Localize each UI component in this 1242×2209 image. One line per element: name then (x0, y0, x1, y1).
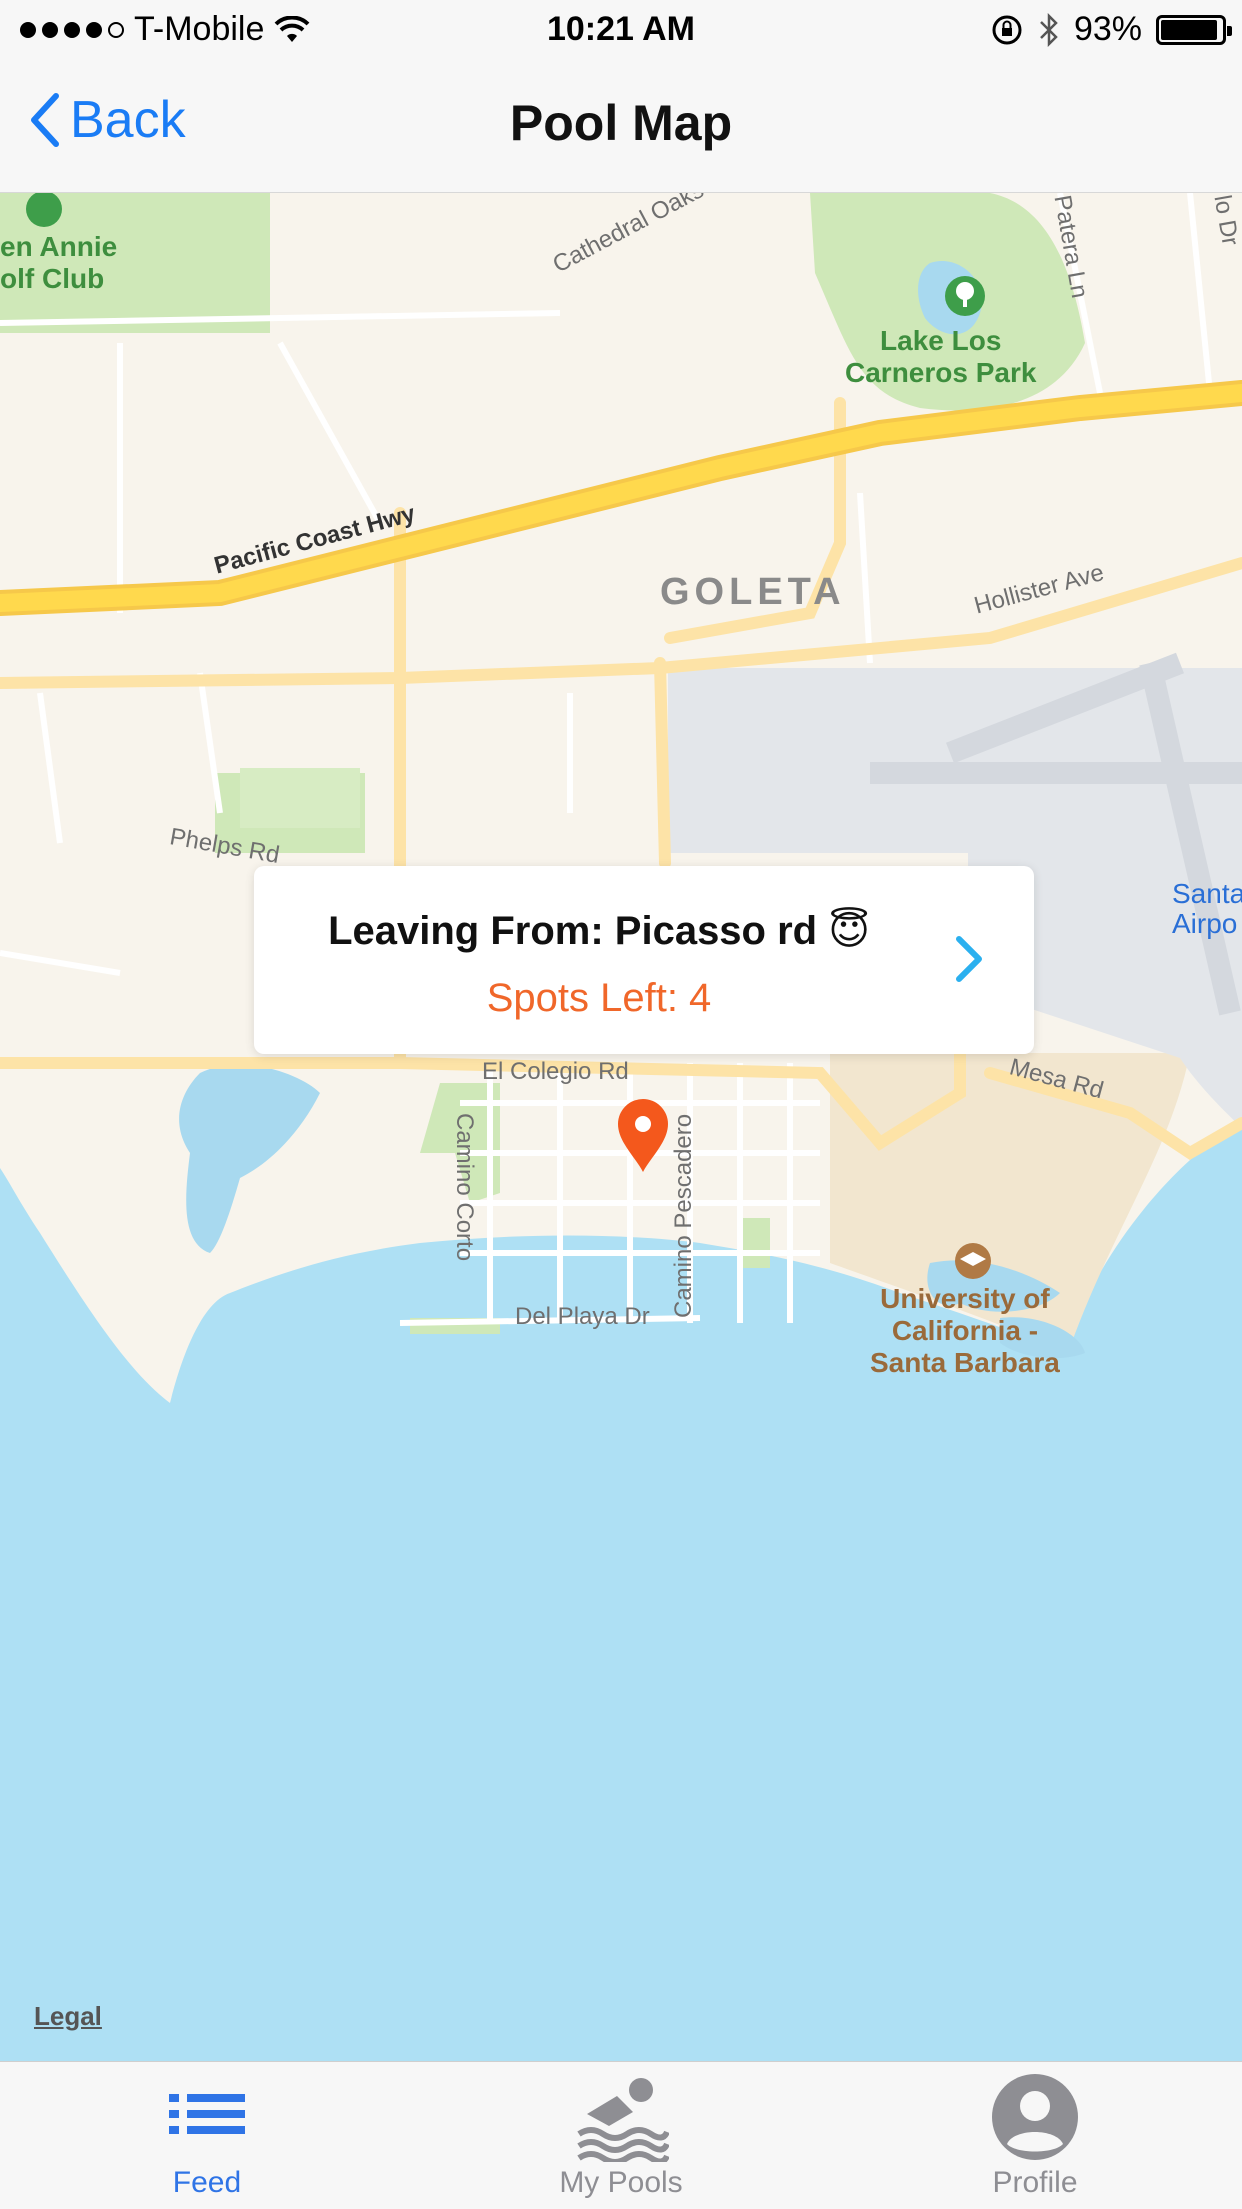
map-label-airport: Santa Airpo (1172, 878, 1242, 939)
bluetooth-icon (1040, 12, 1058, 47)
street-label-delplaya: Del Playa Dr (515, 1303, 650, 1330)
navigation-bar: Back Pool Map (0, 60, 1242, 193)
map-label-city: GOLETA (660, 571, 846, 613)
swimmer-icon (577, 2078, 669, 2162)
spots-left-label: Spots Left: 4 (486, 976, 712, 1020)
tab-label-my-pools: My Pools (559, 2166, 683, 2199)
tab-feed[interactable]: Feed (0, 2062, 414, 2209)
list-icon (169, 2094, 245, 2134)
page-title: Pool Map (509, 95, 733, 151)
map-pin-icon[interactable] (616, 1098, 670, 1174)
tab-label-feed: Feed (172, 2166, 242, 2199)
profile-icon (992, 2074, 1078, 2160)
map-label-university: University of California - Santa Barbara (870, 1283, 1060, 1378)
tab-profile[interactable]: Profile (828, 2062, 1242, 2209)
map-label-golf: en Annie olf Club (0, 231, 118, 294)
tab-label-profile: Profile (992, 2166, 1078, 2199)
callout-title: Leaving From: Picasso rd 😇 (328, 909, 870, 953)
tab-bar: Feed My Pools Profile (0, 2061, 1242, 2209)
chevron-right-icon[interactable] (954, 934, 984, 984)
battery-icon (1156, 14, 1232, 45)
rotation-lock-icon (992, 15, 1022, 44)
status-right: 93% (990, 10, 1232, 49)
street-label-corto: Camino Corto (451, 1113, 478, 1262)
status-bar: T-Mobile 10:21 AM 93% (0, 0, 1242, 60)
battery-percent: 93% (1073, 10, 1142, 48)
legal-link[interactable]: Legal (34, 2001, 102, 2032)
street-label-colegio: El Colegio Rd (482, 1058, 629, 1085)
tab-my-pools[interactable]: My Pools (414, 2062, 828, 2209)
street-label-pescadero: Camino Pescadero (670, 1113, 697, 1318)
map-label-park: Lake Los Carneros Park (845, 325, 1037, 388)
pool-callout[interactable]: Leaving From: Picasso rd 😇 Spots Left: 4 (254, 866, 1034, 1054)
